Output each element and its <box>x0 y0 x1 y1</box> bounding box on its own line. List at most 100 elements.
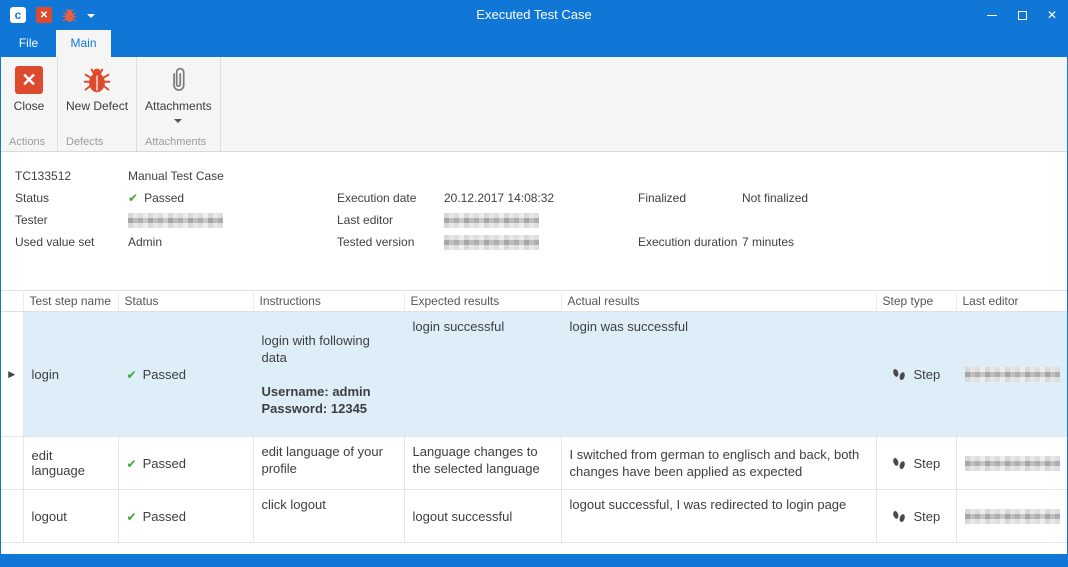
close-icon: ✕ <box>1047 8 1057 22</box>
cell-actual-results: login was successful <box>561 312 876 437</box>
test-case-type: Manual Test Case <box>128 169 338 183</box>
new-defect-button[interactable]: New Defect <box>62 62 132 113</box>
status-text: Passed <box>143 367 186 382</box>
test-step-row-logout[interactable]: logout ✔ Passed click logout logout succe… <box>1 490 1068 543</box>
ribbon-tabstrip: File Main <box>1 30 1067 57</box>
cell-step-name: edit language <box>23 437 118 490</box>
details-column-2: Execution date 20.12.2017 14:08:32 Last … <box>337 165 634 253</box>
test-case-id: TC133512 <box>15 169 128 183</box>
cell-step-name: logout <box>23 490 118 543</box>
cell-expected-results: logout successful <box>404 490 561 543</box>
username-value: admin <box>332 384 370 399</box>
app-logo-letter: c <box>15 8 22 22</box>
details-column-3: Finalized Not finalized Execution durati… <box>638 165 922 253</box>
actual-text: I switched from german to englisch and b… <box>570 447 860 479</box>
cell-expected-results: Language changes to the selected languag… <box>404 437 561 490</box>
cell-last-editor <box>956 312 1068 437</box>
cell-instructions: edit language of your profile <box>253 437 404 490</box>
execution-duration-label: Execution duration <box>638 235 742 249</box>
chevron-down-icon[interactable] <box>87 12 95 18</box>
row-selector-cell <box>1 490 23 543</box>
instructions-username-line: Username: admin <box>262 383 396 400</box>
minimize-icon <box>987 15 997 16</box>
column-header-instructions[interactable]: Instructions <box>253 291 404 312</box>
used-value-set-label: Used value set <box>15 235 128 249</box>
new-defect-button-label: New Defect <box>66 99 128 113</box>
cell-instructions: login with following data Username: admi… <box>253 312 404 437</box>
cell-step-name: login <box>23 312 118 437</box>
tested-version-value <box>444 234 634 249</box>
attachments-button-label: Attachments <box>145 99 212 113</box>
close-button-label: Close <box>14 99 45 113</box>
redacted-tested-version <box>444 235 539 250</box>
tester-value <box>128 212 338 227</box>
step-type-text: Step <box>914 456 941 471</box>
redacted-last-editor <box>444 213 539 228</box>
group-label-attachments: Attachments <box>145 136 206 148</box>
close-quick-icon[interactable]: ✕ <box>36 7 52 23</box>
username-label: Username: <box>262 384 329 399</box>
cell-actual-results: logout successful, I was redirected to l… <box>561 490 876 543</box>
app-logo-icon[interactable]: c <box>10 7 26 23</box>
test-step-row-edit-language[interactable]: edit language ✔ Passed edit language of y… <box>1 437 1068 490</box>
status-value: ✔ Passed <box>128 191 338 205</box>
ribbon-group-defects: New Defect Defects <box>58 57 137 151</box>
tester-label: Tester <box>15 213 128 227</box>
close-button[interactable]: ✕ Close <box>5 62 53 113</box>
app-window: c ✕ Executed Test Case ✕ <box>0 0 1068 567</box>
column-header-status[interactable]: Status <box>118 291 253 312</box>
check-icon: ✔ <box>127 510 137 524</box>
column-header-step-type[interactable]: Step type <box>876 291 956 312</box>
check-icon: ✔ <box>128 191 138 205</box>
close-red-icon: ✕ <box>15 66 43 94</box>
tab-file[interactable]: File <box>1 30 56 57</box>
new-defect-quick-icon[interactable] <box>62 8 77 23</box>
ribbon-group-attachments: Attachments Attachments <box>137 57 221 151</box>
close-glyph: ✕ <box>21 73 36 87</box>
attachments-dropdown-icon <box>174 119 182 123</box>
redacted-last-editor <box>965 509 1060 524</box>
row-selector-cell: ▶ <box>1 312 23 437</box>
column-header-expected-results[interactable]: Expected results <box>404 291 561 312</box>
window-controls: ✕ <box>977 0 1067 30</box>
grid-header-row: Test step name Status Instructions Expec… <box>1 291 1068 312</box>
maximize-button[interactable] <box>1007 0 1037 30</box>
cell-status: ✔ Passed <box>118 490 253 543</box>
test-step-row-login[interactable]: ▶ login ✔Passed login with following dat… <box>1 312 1068 437</box>
step-type-text: Step <box>914 509 941 524</box>
finalized-value: Not finalized <box>742 191 922 205</box>
ribbon: ✕ Close Actions New Defect D <box>1 57 1067 152</box>
paperclip-icon <box>167 66 189 94</box>
group-label-defects: Defects <box>66 136 103 148</box>
status-text: Passed <box>143 456 186 471</box>
cell-instructions: click logout <box>253 490 404 543</box>
attachments-button[interactable]: Attachments <box>141 62 216 123</box>
row-selector-cell <box>1 437 23 490</box>
check-icon: ✔ <box>127 457 137 471</box>
status-text: Passed <box>144 191 184 205</box>
expected-text: logout successful <box>413 509 513 524</box>
cell-expected-results: login successful <box>404 312 561 437</box>
test-step-grid: Test step name Status Instructions Expec… <box>1 290 1067 543</box>
column-header-last-editor[interactable]: Last editor <box>956 291 1068 312</box>
test-case-details: TC133512 Manual Test Case Status ✔Passed… <box>1 152 1067 290</box>
minimize-button[interactable] <box>977 0 1007 30</box>
execution-duration-value: 7 minutes <box>742 235 922 249</box>
column-header-actual-results[interactable]: Actual results <box>561 291 876 312</box>
cell-last-editor <box>956 437 1068 490</box>
group-label-actions: Actions <box>9 136 45 148</box>
cell-step-type: Step <box>876 437 956 490</box>
close-window-button[interactable]: ✕ <box>1037 0 1067 30</box>
last-editor-value <box>444 212 634 227</box>
cell-step-type: Step <box>876 312 956 437</box>
column-header-test-step-name[interactable]: Test step name <box>23 291 118 312</box>
actual-text: logout successful, I was redirected to l… <box>570 497 847 512</box>
actual-text: login was successful <box>570 319 689 334</box>
instructions-text: click logout <box>262 497 326 512</box>
status-text: Passed <box>143 509 186 524</box>
tab-main[interactable]: Main <box>56 30 111 57</box>
status-bar <box>1 554 1067 567</box>
cell-last-editor <box>956 490 1068 543</box>
step-type-text: Step <box>914 367 941 382</box>
cell-step-type: Step <box>876 490 956 543</box>
